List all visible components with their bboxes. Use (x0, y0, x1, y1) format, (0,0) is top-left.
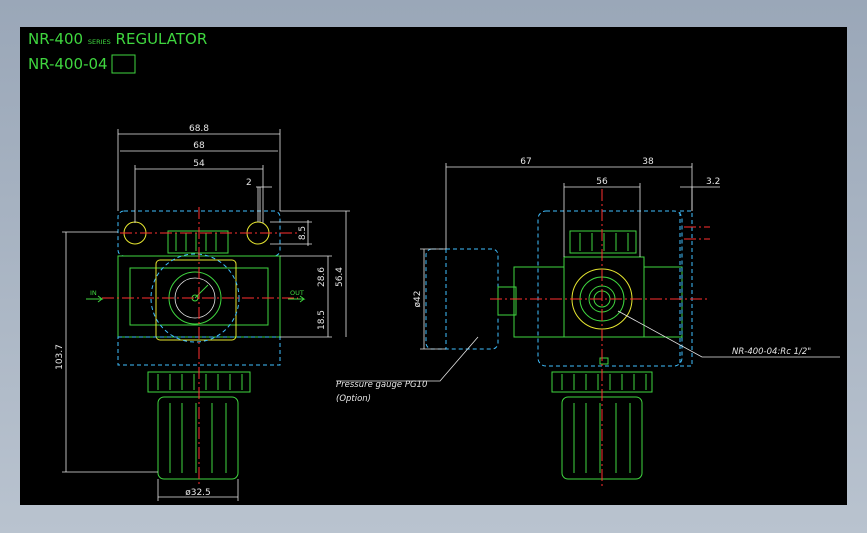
dim-front-68: 68 (193, 141, 205, 151)
svg-text:NR-400 SERIES REGULATOR: NR-400 SERIES REGULATOR (28, 30, 207, 48)
port-in-label: IN (90, 289, 97, 297)
front-top-cap (167, 230, 229, 254)
port-out-label: OUT (290, 289, 304, 297)
drawing-title: NR-400 SERIES REGULATOR NR-400-04 (28, 30, 207, 74)
dim-front-8-5: 8.5 (298, 226, 308, 240)
leader-pressure-gauge (336, 336, 479, 382)
dim-front-28-6: 28.6 (317, 267, 327, 287)
callout-pressure-gauge-option: (Option) (336, 394, 371, 404)
gauge-needle (194, 284, 209, 299)
title-part-suffix: 04 (89, 55, 108, 73)
cad-viewport[interactable]: NR-400 SERIES REGULATOR NR-400-04 IN OUT… (20, 27, 847, 505)
callout-port-spec: NR-400-04:Rc 1/2" (732, 347, 811, 357)
side-dimension-lines (420, 163, 720, 350)
side-gauge-housing (425, 248, 499, 350)
front-view: IN OUT 68.8 68 54 2 8.5 28.6 56.4 18.5 1… (55, 124, 350, 501)
side-port-right (643, 266, 683, 338)
dim-side-56: 56 (596, 177, 608, 187)
dim-side-dia-42: ø42 (413, 291, 423, 308)
dim-side-38: 38 (642, 157, 654, 167)
dim-front-18-5: 18.5 (317, 310, 327, 330)
side-port-left (513, 266, 565, 338)
dim-front-68-8: 68.8 (189, 124, 209, 134)
dim-side-67: 67 (520, 157, 531, 167)
title-model: NR-400 (28, 30, 83, 48)
title-series: SERIES (88, 38, 111, 46)
title-product: REGULATOR (116, 30, 208, 48)
callout-pressure-gauge: Pressure gauge PG10 (336, 380, 427, 390)
dim-front-54: 54 (193, 159, 205, 169)
dim-front-2: 2 (246, 178, 252, 188)
part-suffix-box (111, 54, 136, 74)
dim-front-dia-32-5: ø32.5 (185, 488, 211, 498)
dim-side-3-2: 3.2 (706, 177, 720, 187)
cad-drawing: NR-400 SERIES REGULATOR NR-400-04 IN OUT… (28, 30, 840, 501)
title-part-number: NR-400-04 (28, 55, 108, 73)
side-view: 67 38 56 3.2 ø42 (336, 157, 840, 487)
dim-front-56-4: 56.4 (335, 267, 345, 287)
dim-front-103-7: 103.7 (55, 344, 65, 370)
